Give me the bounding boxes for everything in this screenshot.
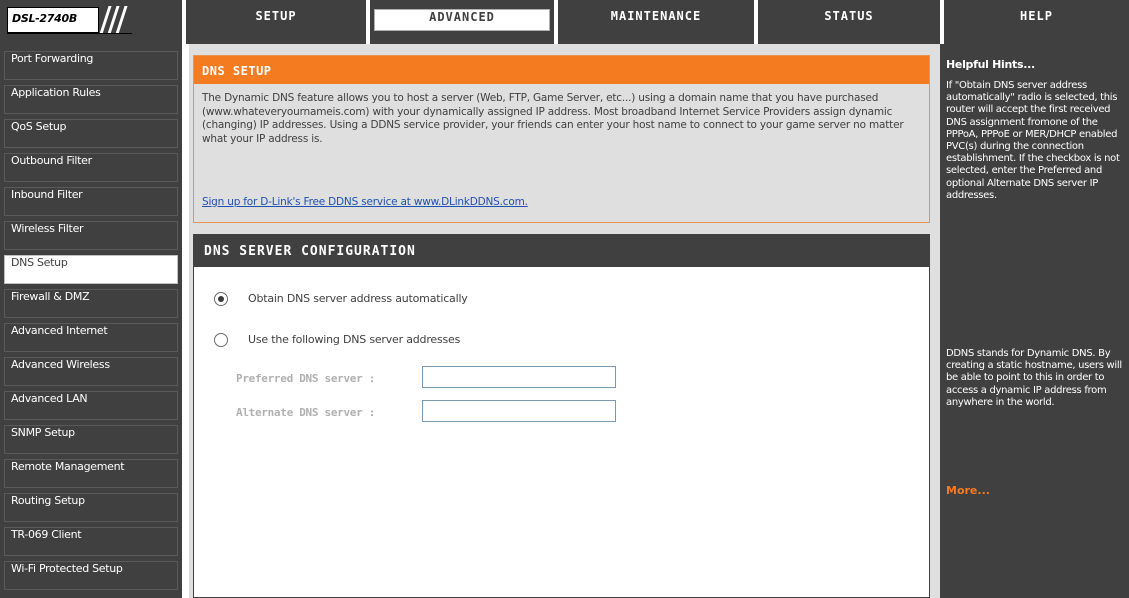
tab-advanced[interactable]: ADVANCED [366, 0, 554, 44]
sidebar-item-tr069-client[interactable]: TR-069 Client [4, 527, 178, 556]
logo-underline [7, 33, 132, 34]
option-auto-row: Obtain DNS server address automatically [214, 290, 634, 310]
sidebar-item-firewall-dmz[interactable]: Firewall & DMZ [4, 289, 178, 318]
dns-setup-intro-panel: DNS SETUP The Dynamic DNS feature allows… [193, 55, 930, 223]
intro-header: DNS SETUP [194, 56, 929, 84]
config-header: DNS SERVER CONFIGURATION [194, 235, 929, 267]
sidebar: Port Forwarding Application Rules QoS Se… [0, 44, 182, 598]
sidebar-item-advanced-lan[interactable]: Advanced LAN [4, 391, 178, 420]
sidebar-item-outbound-filter[interactable]: Outbound Filter [4, 153, 178, 182]
sidebar-item-advanced-internet[interactable]: Advanced Internet [4, 323, 178, 352]
sidebar-item-port-forwarding[interactable]: Port Forwarding [4, 51, 178, 80]
sidebar-item-qos-setup[interactable]: QoS Setup [4, 119, 178, 148]
sidebar-item-inbound-filter[interactable]: Inbound Filter [4, 187, 178, 216]
sidebar-item-wifi-protected-setup[interactable]: Wi-Fi Protected Setup [4, 561, 178, 590]
help-hint-ddns: DDNS stands for Dynamic DNS. By creating… [946, 348, 1122, 408]
option-auto-label: Obtain DNS server address automatically [248, 292, 468, 305]
sidebar-item-snmp-setup[interactable]: SNMP Setup [4, 425, 178, 454]
model-name: DSL-2740B [12, 12, 77, 25]
sidebar-item-dns-setup[interactable]: DNS Setup [4, 255, 178, 284]
option-manual-row: Use the following DNS server addresses [214, 331, 634, 351]
logo-slashes-icon [99, 6, 130, 34]
option-manual-label: Use the following DNS server addresses [248, 333, 461, 346]
radio-obtain-dns-auto[interactable] [214, 292, 228, 306]
sidebar-item-wireless-filter[interactable]: Wireless Filter [4, 221, 178, 250]
alternate-dns-input[interactable] [422, 400, 616, 422]
intro-description: The Dynamic DNS feature allows you to ho… [202, 92, 904, 145]
ddns-signup-link[interactable]: Sign up for D-Link's Free DDNS service a… [202, 196, 528, 208]
sidebar-item-routing-setup[interactable]: Routing Setup [4, 493, 178, 522]
logo-area: DSL-2740B [0, 0, 182, 44]
tab-maintenance[interactable]: MAINTENANCE [554, 0, 754, 44]
sidebar-item-remote-management[interactable]: Remote Management [4, 459, 178, 488]
router-admin-page: DSL-2740B SETUP ADVANCED MAINTENANCE STA… [0, 0, 1129, 598]
tab-setup[interactable]: SETUP [182, 0, 366, 44]
config-title: DNS SERVER CONFIGURATION [204, 244, 416, 259]
preferred-dns-input[interactable] [422, 366, 616, 388]
dns-server-config-panel: DNS SERVER CONFIGURATION Obtain DNS serv… [193, 234, 930, 598]
tab-status[interactable]: STATUS [754, 0, 940, 44]
preferred-dns-label: Preferred DNS server : [236, 372, 376, 385]
sidebar-item-application-rules[interactable]: Application Rules [4, 85, 178, 114]
help-more-link[interactable]: More... [946, 484, 990, 497]
model-logo-box: DSL-2740B [7, 7, 99, 33]
alternate-dns-label: Alternate DNS server : [236, 406, 376, 419]
radio-use-following-dns[interactable] [214, 333, 228, 347]
sidebar-item-advanced-wireless[interactable]: Advanced Wireless [4, 357, 178, 386]
help-hint-dns-auto: If "Obtain DNS server address automatica… [946, 80, 1120, 201]
page-title: DNS SETUP [202, 64, 272, 78]
help-title: Helpful Hints... [946, 58, 1035, 71]
tab-help[interactable]: HELP [940, 0, 1129, 44]
help-panel: Helpful Hints... If "Obtain DNS server a… [940, 44, 1129, 598]
top-navigation-bar: DSL-2740B SETUP ADVANCED MAINTENANCE STA… [0, 0, 1129, 44]
